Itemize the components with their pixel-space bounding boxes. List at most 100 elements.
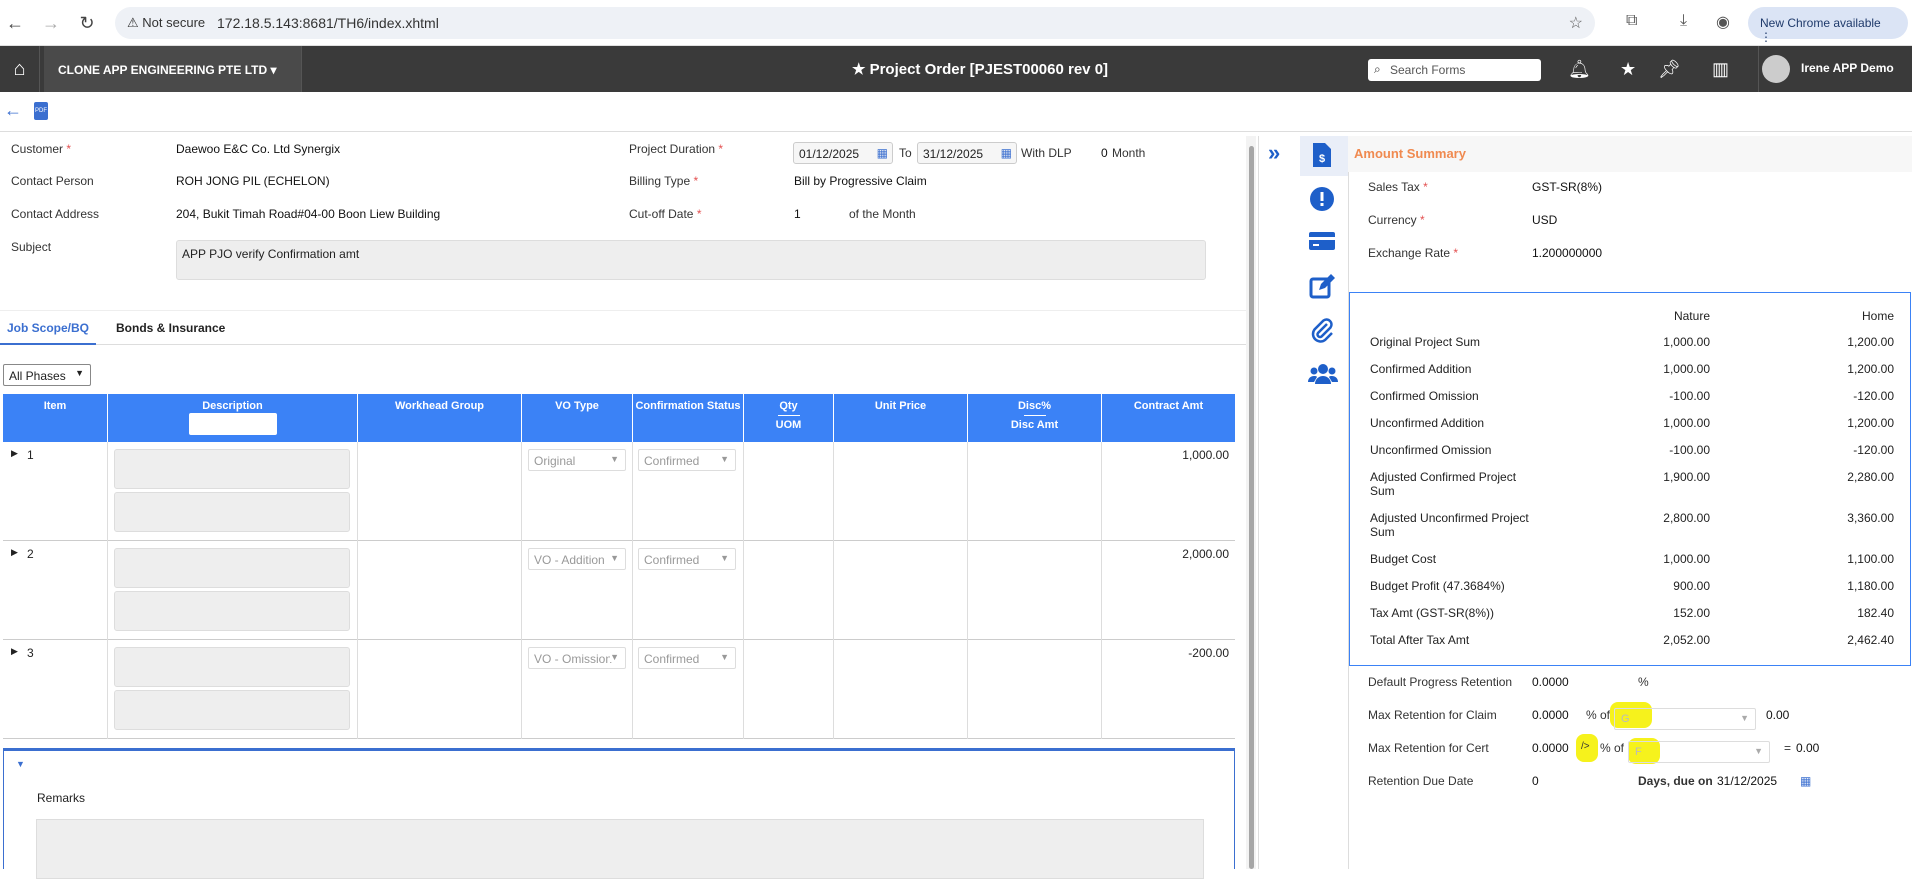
calendar-icon[interactable]: ▦ <box>1800 774 1811 788</box>
scrollbar-thumb[interactable] <box>1249 146 1254 869</box>
max-retention-claim-value[interactable]: 0.0000 <box>1532 708 1569 722</box>
description-detail-input[interactable] <box>114 492 350 532</box>
summary-row-nature: -100.00 <box>1669 389 1710 403</box>
remarks-section: ▼ Remarks <box>3 748 1235 879</box>
expand-caret-icon[interactable]: ▶ <box>11 547 18 558</box>
dlp-value[interactable]: 0 <box>1101 146 1108 160</box>
security-indicator[interactable]: ⚠ Not secure <box>127 15 205 31</box>
date-from-field[interactable]: 01/12/2025 ▦ <box>793 142 893 164</box>
favorite-star-icon[interactable]: ★ <box>852 61 865 78</box>
paperclip-icon[interactable] <box>1308 318 1336 346</box>
confirmation-select[interactable]: Confirmed ▼ <box>638 647 736 669</box>
qty-cell[interactable] <box>744 442 834 541</box>
col-workhead[interactable]: Workhead Group <box>358 394 522 442</box>
table-row[interactable]: ▶ 3 VO - Omission ▼ Confirmed ▼ -200.00 <box>3 640 1235 739</box>
disc-cell[interactable] <box>968 640 1102 739</box>
col-qty-uom[interactable]: Qty UOM <box>744 394 834 442</box>
cutoff-date-value[interactable]: 1 <box>794 207 801 221</box>
col-confirmation[interactable]: Confirmation Status <box>633 394 744 442</box>
back-arrow-icon[interactable]: ← <box>4 100 22 121</box>
expand-panel-icon[interactable]: » <box>1268 140 1280 166</box>
collapse-caret-icon[interactable]: ▼ <box>16 759 25 769</box>
table-row[interactable]: ▶ 1 Original ▼ Confirmed ▼ 1,000.00 <box>3 442 1235 541</box>
home-icon[interactable]: ⌂ <box>0 46 40 92</box>
expand-caret-icon[interactable]: ▶ <box>11 448 18 459</box>
back-icon[interactable]: ← <box>4 12 26 34</box>
pin-icon[interactable]: 📌︎ <box>1658 59 1681 80</box>
bell-icon[interactable]: 🔔︎ <box>1568 59 1591 80</box>
col-item[interactable]: Item <box>3 394 108 442</box>
alert-icon[interactable] <box>1308 186 1336 214</box>
subject-field[interactable]: APP PJO verify Confirmation amt <box>176 240 1206 280</box>
summary-row-nature: 2,800.00 <box>1663 511 1710 525</box>
description-detail-input[interactable] <box>114 591 350 631</box>
table-row[interactable]: ▶ 2 VO - Addition ▼ Confirmed ▼ 2,000.00 <box>3 541 1235 640</box>
qty-cell[interactable] <box>744 541 834 640</box>
user-menu[interactable]: Irene APP Demo <box>1758 46 1912 92</box>
vo-type-select[interactable]: VO - Omission ▼ <box>528 647 626 669</box>
default-retention-value[interactable]: 0.0000 <box>1532 675 1569 689</box>
vo-type-select[interactable]: VO - Addition ▼ <box>528 548 626 570</box>
credit-card-icon[interactable] <box>1308 230 1336 258</box>
col-unit-price[interactable]: Unit Price <box>834 394 968 442</box>
claim-base-select[interactable]: G ▼ <box>1614 708 1756 730</box>
qty-cell[interactable] <box>744 640 834 739</box>
edit-icon[interactable] <box>1308 274 1336 302</box>
vo-type-select[interactable]: Original ▼ <box>528 449 626 471</box>
url-text[interactable]: 172.18.5.143:8681/TH6/index.xhtml <box>217 15 439 31</box>
disc-cell[interactable] <box>968 442 1102 541</box>
confirmation-select[interactable]: Confirmed ▼ <box>638 449 736 471</box>
unit-price-cell[interactable] <box>834 541 968 640</box>
calendar-icon[interactable]: ▦ <box>877 146 888 160</box>
unit-price-cell[interactable] <box>834 640 968 739</box>
address-bar[interactable]: ⚠ Not secure 172.18.5.143:8681/TH6/index… <box>115 7 1595 39</box>
star-icon[interactable]: ★ <box>1620 59 1636 80</box>
subject-label: Subject <box>11 240 52 254</box>
summary-row-nature: 1,000.00 <box>1663 335 1710 349</box>
expand-caret-icon[interactable]: ▶ <box>11 646 18 657</box>
invoice-dollar-icon[interactable]: $ <box>1308 142 1336 170</box>
workhead-cell[interactable] <box>358 442 522 541</box>
description-input[interactable] <box>114 449 350 489</box>
col-description[interactable]: Description <box>108 394 358 442</box>
chart-icon[interactable]: ▥ <box>1712 59 1729 80</box>
new-chrome-button[interactable]: New Chrome available ⋮ <box>1748 7 1908 44</box>
date-to-field[interactable]: 31/12/2025 ▦ <box>917 142 1017 164</box>
forward-icon[interactable]: → <box>40 12 62 34</box>
summary-row-label: Budget Profit (47.3684%) <box>1370 579 1505 593</box>
cert-base-select[interactable]: F ▼ <box>1628 741 1770 763</box>
profile-icon[interactable]: ◉ <box>1716 12 1730 32</box>
description-input[interactable] <box>114 548 350 588</box>
description-detail-input[interactable] <box>114 690 350 730</box>
new-chrome-label: New Chrome available <box>1760 16 1881 30</box>
col-vo-type[interactable]: VO Type <box>522 394 633 442</box>
disc-cell[interactable] <box>968 541 1102 640</box>
workhead-cell[interactable] <box>358 541 522 640</box>
reload-icon[interactable]: ↻ <box>76 12 98 34</box>
remarks-input[interactable] <box>36 819 1204 879</box>
phases-value: All Phases <box>9 369 66 383</box>
col-contract-amt[interactable]: Contract Amt <box>1102 394 1235 442</box>
tab-bonds-insurance[interactable]: Bonds & Insurance <box>109 311 232 345</box>
company-selector[interactable]: CLONE APP ENGINEERING PTE LTD ▾ <box>44 46 302 92</box>
pdf-icon[interactable]: PDF <box>34 102 48 120</box>
translate-icon[interactable]: ⧉ <box>1626 12 1637 30</box>
download-icon[interactable]: ⤓ <box>1680 12 1687 30</box>
exchange-rate-value: 1.200000000 <box>1532 246 1603 260</box>
search-forms-input[interactable]: ⌕ Search Forms <box>1368 59 1541 81</box>
col-disc[interactable]: Disc% Disc Amt <box>968 394 1102 442</box>
workhead-cell[interactable] <box>358 640 522 739</box>
users-icon[interactable] <box>1308 362 1338 390</box>
confirmation-select[interactable]: Confirmed ▼ <box>638 548 736 570</box>
description-input[interactable] <box>114 647 350 687</box>
phases-select[interactable]: All Phases ▼ <box>3 364 91 386</box>
description-filter-input[interactable] <box>189 413 277 435</box>
summary-row-home: 3,360.00 <box>1847 511 1894 525</box>
unit-price-cell[interactable] <box>834 442 968 541</box>
calendar-icon[interactable]: ▦ <box>1001 146 1012 160</box>
tab-job-scope[interactable]: Job Scope/BQ <box>0 311 97 345</box>
bookmark-star-icon[interactable]: ☆ <box>1569 13 1583 33</box>
max-retention-cert-value[interactable]: 0.0000 <box>1532 741 1569 755</box>
retention-due-days[interactable]: 0 <box>1532 774 1539 788</box>
contract-amt: -200.00 <box>1188 646 1229 660</box>
